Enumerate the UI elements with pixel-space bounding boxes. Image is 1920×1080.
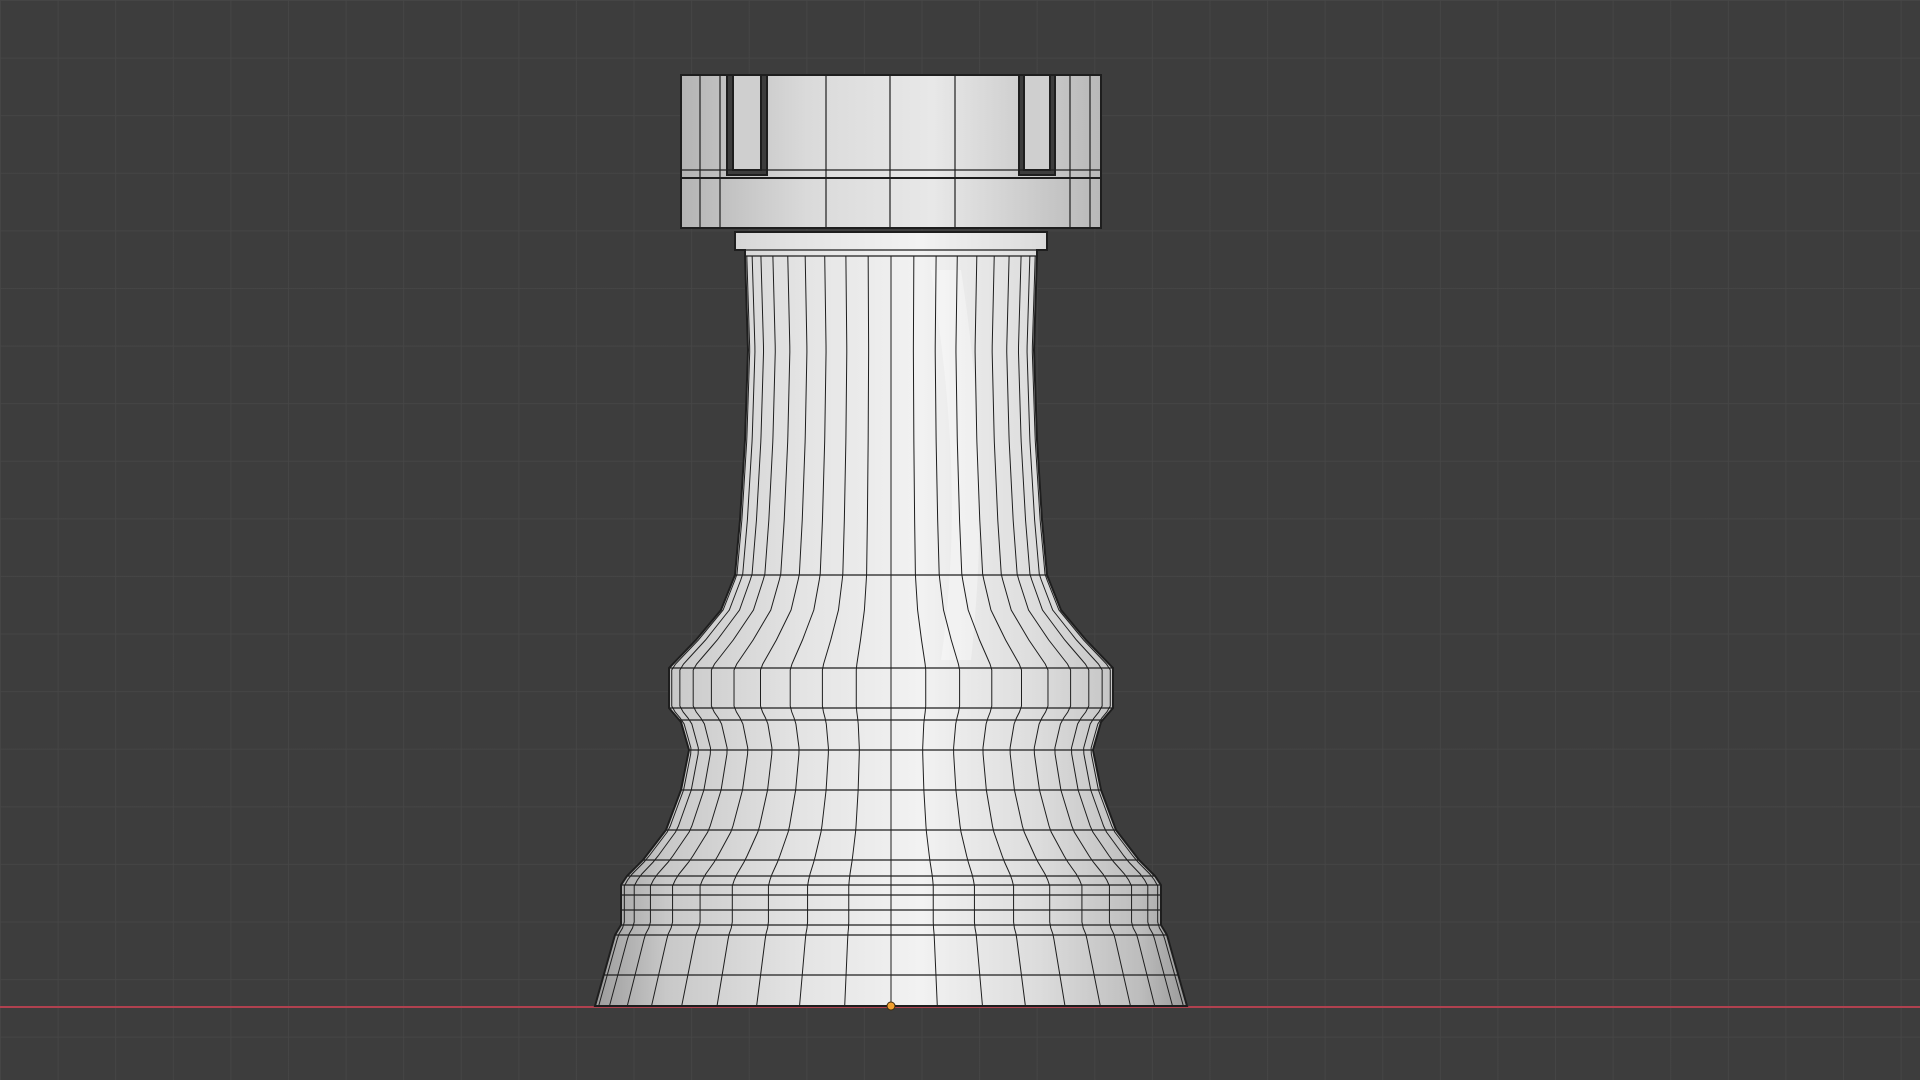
3d-viewport[interactable] [0,0,1920,1080]
crown-slot-left-inner [732,74,762,171]
rook-crown[interactable] [680,74,1102,229]
crown-band [680,177,1102,229]
crown-slot-right-inner [1023,74,1051,171]
object-origin-point[interactable] [886,1001,896,1011]
viewport-scene[interactable] [0,0,1920,1080]
